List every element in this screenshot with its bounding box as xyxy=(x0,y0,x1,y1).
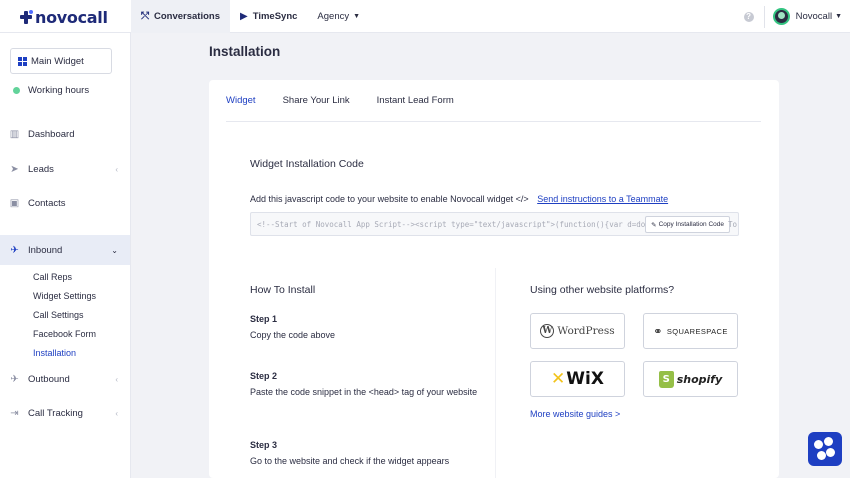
chevron-down-icon[interactable]: ▼ xyxy=(835,13,842,20)
page-title: Installation xyxy=(209,44,281,59)
sidebar-item-contacts[interactable]: ▣ Contacts xyxy=(0,188,130,218)
chat-launcher-button[interactable] xyxy=(808,432,842,466)
shopify-logo-icon: Sshopify xyxy=(658,370,723,388)
working-hours-label: Working hours xyxy=(28,85,90,96)
send-instructions-link[interactable]: Send instructions to a Teammate xyxy=(537,194,668,204)
how-to-install-title: How To Install xyxy=(250,284,316,296)
chevron-left-icon: ‹ xyxy=(115,408,118,418)
wix-button[interactable]: ✕ WiX xyxy=(530,361,625,397)
nav-timesync[interactable]: ▶ TimeSync xyxy=(230,0,307,33)
shopify-label: shopify xyxy=(676,372,723,386)
top-bar: novocall ⤲ Conversations ▶ TimeSync Agen… xyxy=(0,0,850,33)
install-description: Add this javascript code to your website… xyxy=(250,194,668,204)
wordpress-logo-icon: W WordPress xyxy=(540,324,615,338)
airplane-icon: ✈ xyxy=(10,244,19,256)
sidebar-subitem-installation[interactable]: Installation xyxy=(33,348,76,358)
sidebar-subitem-facebook-form[interactable]: Facebook Form xyxy=(33,329,96,339)
squarespace-label: SQUARESPACE xyxy=(666,326,728,336)
tabs: Widget Share Your Link Instant Lead Form xyxy=(226,80,761,122)
install-description-text: Add this javascript code to your website… xyxy=(250,194,529,204)
logo-text: novocall xyxy=(35,7,108,27)
squarespace-button[interactable]: ⚭ SQUARESPACE xyxy=(643,313,738,349)
chevron-down-icon: ▼ xyxy=(353,13,361,20)
nav-conversations-label: Conversations xyxy=(154,11,220,22)
wordpress-label: WordPress xyxy=(557,325,615,337)
other-platforms-title: Using other website platforms? xyxy=(530,284,675,296)
tab-widget[interactable]: Widget xyxy=(226,95,256,106)
chat-logo-icon-part xyxy=(817,451,826,460)
sidebar-subitem-call-settings[interactable]: Call Settings xyxy=(33,310,84,320)
step-3-label: Step 3 xyxy=(250,440,278,450)
chat-logo-icon-part xyxy=(824,437,833,446)
sidebar-item-label: Outbound xyxy=(28,373,70,385)
tab-instant-lead-form[interactable]: Instant Lead Form xyxy=(377,95,454,106)
sidebar-subitem-widget-settings[interactable]: Widget Settings xyxy=(33,291,96,301)
tracking-icon: ⇥ xyxy=(10,407,19,419)
step-2-text: Paste the code snippet in the <head> tag… xyxy=(250,387,478,397)
chevron-left-icon: ‹ xyxy=(115,374,118,384)
nav-agency[interactable]: Agency ▼ xyxy=(307,0,370,33)
sidebar-item-label: Call Tracking xyxy=(28,407,83,419)
sidebar-item-label: Inbound xyxy=(28,244,63,256)
sidebar: Main Widget Working hours ▥ Dashboard ➤ … xyxy=(0,33,131,478)
install-code-text: <!--Start of Novocall App Script--><scri… xyxy=(257,219,677,229)
more-website-guides-link[interactable]: More website guides > xyxy=(530,409,620,419)
avatar[interactable] xyxy=(772,8,790,25)
step-3-text: Go to the website and check if the widge… xyxy=(250,456,450,466)
rocket-icon: ✈ xyxy=(10,373,19,385)
shopify-button[interactable]: Sshopify xyxy=(643,361,738,397)
working-hours-status[interactable]: Working hours xyxy=(13,85,89,96)
nav-conversations[interactable]: ⤲ Conversations xyxy=(131,0,230,33)
step-1-text: Copy the code above xyxy=(250,330,336,340)
sidebar-item-label: Leads xyxy=(28,163,54,175)
step-2-label: Step 2 xyxy=(250,371,278,381)
wix-logo-icon: ✕ WiX xyxy=(551,369,604,389)
sidebar-item-label: Dashboard xyxy=(28,128,75,140)
install-code-box[interactable]: <!--Start of Novocall App Script--><scri… xyxy=(250,212,739,236)
paper-plane-icon: ➤ xyxy=(10,163,19,175)
squarespace-logo-icon: ⚭ SQUARESPACE xyxy=(653,325,728,338)
sidebar-item-outbound[interactable]: ✈ Outbound ‹ xyxy=(0,364,130,394)
chat-logo-icon xyxy=(814,440,823,449)
nav-agency-label: Agency xyxy=(317,11,350,22)
wix-label: WiX xyxy=(566,369,604,389)
nav-timesync-label: TimeSync xyxy=(252,11,298,22)
status-dot-icon xyxy=(13,87,20,94)
contact-card-icon: ▣ xyxy=(9,197,20,209)
main-widget-label: Main Widget xyxy=(31,55,84,67)
how-to-install-panel: How To Install Step 1 Copy the code abov… xyxy=(244,268,496,478)
sidebar-item-label: Contacts xyxy=(28,197,66,209)
chevron-left-icon: ‹ xyxy=(115,164,118,174)
chat-logo-icon-part xyxy=(826,448,835,457)
sidebar-subitem-call-reps[interactable]: Call Reps xyxy=(33,272,72,282)
sidebar-item-leads[interactable]: ➤ Leads ‹ xyxy=(0,154,130,184)
tab-share-your-link[interactable]: Share Your Link xyxy=(283,95,350,106)
clip-icon: ✎ xyxy=(651,221,657,229)
novocall-logo[interactable]: novocall xyxy=(20,7,108,27)
top-nav: ⤲ Conversations ▶ TimeSync Agency ▼ xyxy=(131,0,370,33)
bar-chart-icon: ▥ xyxy=(9,128,20,140)
top-right-area: ? Novocall ▼ xyxy=(743,0,842,33)
install-code-tail: To xyxy=(727,220,737,229)
step-1-label: Step 1 xyxy=(250,314,278,324)
conversations-icon: ⤲ xyxy=(141,11,149,22)
sidebar-item-call-tracking[interactable]: ⇥ Call Tracking ‹ xyxy=(0,398,130,428)
wordpress-button[interactable]: W WordPress xyxy=(530,313,625,349)
copy-installation-code-button[interactable]: ✎ Copy Installation Code xyxy=(645,216,730,233)
divider xyxy=(763,5,765,28)
timesync-icon: ▶ xyxy=(240,11,248,22)
logo-mark-icon xyxy=(20,9,33,24)
widget-installation-title: Widget Installation Code xyxy=(250,158,364,170)
user-name[interactable]: Novocall xyxy=(796,11,832,22)
main-widget-selector[interactable]: Main Widget xyxy=(10,48,112,74)
sidebar-item-inbound[interactable]: ✈ Inbound ⌄ xyxy=(0,235,130,265)
installation-card: Widget Share Your Link Instant Lead Form… xyxy=(209,80,779,478)
chevron-down-icon: ⌄ xyxy=(111,245,118,255)
sidebar-item-dashboard[interactable]: ▥ Dashboard xyxy=(0,119,130,149)
grid-icon xyxy=(18,56,27,66)
help-icon[interactable]: ? xyxy=(743,11,754,22)
copy-button-label: Copy Installation Code xyxy=(658,221,724,228)
